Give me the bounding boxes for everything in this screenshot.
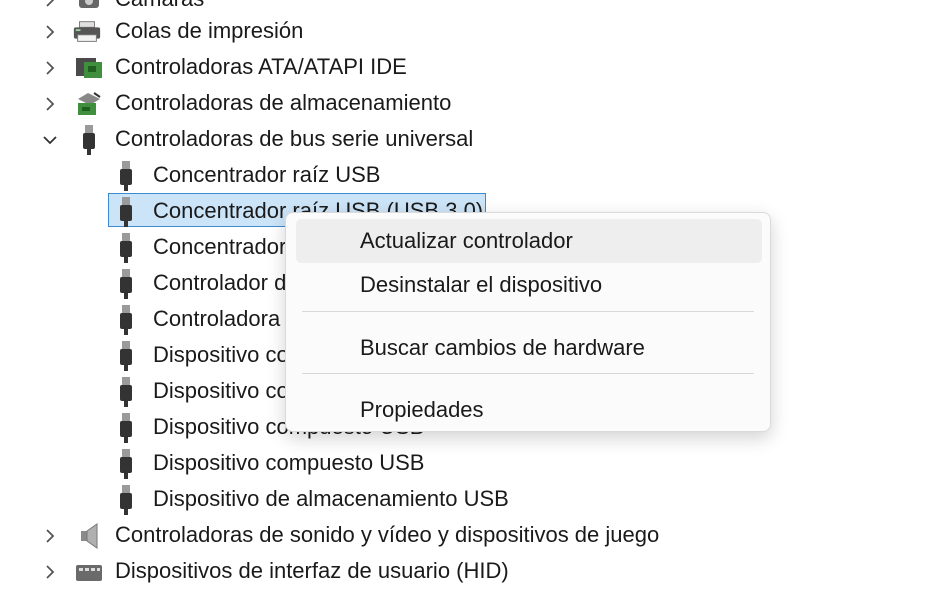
menu-item-buscar-cambios-hardware[interactable]: Buscar cambios de hardware <box>296 326 762 370</box>
menu-item-actualizar-controlador[interactable]: Actualizar controlador <box>296 219 762 263</box>
hid-keyboard-icon <box>74 556 104 588</box>
chevron-right-icon[interactable] <box>40 562 60 582</box>
tree-item-label: Concentrador raíz USB <box>153 162 381 187</box>
usb-device-icon <box>111 304 141 336</box>
chevron-down-icon[interactable] <box>40 130 60 150</box>
usb-device-icon <box>111 232 141 264</box>
tree-item-label: Controladoras de sonido y vídeo y dispos… <box>115 522 660 547</box>
usb-device-icon <box>111 160 141 192</box>
speaker-icon <box>74 520 104 552</box>
tree-item-ata-atapi[interactable]: Controladoras ATA/ATAPI IDE <box>0 50 600 86</box>
usb-device-icon <box>111 412 141 444</box>
tree-item-almacenamiento[interactable]: Controladoras de almacenamiento <box>0 86 600 122</box>
tree-item-colas-impresion[interactable]: Colas de impresión <box>0 14 600 50</box>
usb-device-item[interactable]: Dispositivo de almacenamiento USB <box>0 482 900 518</box>
usb-device-icon <box>111 376 141 408</box>
tree-item-label: Controladoras de bus serie universal <box>115 126 474 151</box>
usb-device-icon <box>111 448 141 480</box>
menu-item-desinstalar-dispositivo[interactable]: Desinstalar el dispositivo <box>296 263 762 307</box>
usb-device-icon <box>111 268 141 300</box>
chevron-right-icon[interactable] <box>40 0 60 10</box>
menu-separator <box>302 373 754 374</box>
tree-item-label: Controladoras ATA/ATAPI IDE <box>115 54 407 79</box>
chevron-right-icon[interactable] <box>40 526 60 546</box>
usb-device-item[interactable]: Concentrador raíz USB <box>0 158 900 194</box>
tree-item-label: Dispositivo compuesto USB <box>153 450 425 475</box>
usb-device-icon <box>111 196 141 228</box>
tree-item-usb-controllers[interactable]: Controladoras de bus serie universal <box>0 122 600 158</box>
device-tree: Cámaras Colas de impresión <box>0 0 944 583</box>
usb-device-icon <box>111 484 141 516</box>
tree-item-hid[interactable]: Dispositivos de interfaz de usuario (HID… <box>0 554 900 590</box>
usb-device-icon <box>111 340 141 372</box>
usb-icon <box>74 124 104 156</box>
storage-controller-icon <box>74 88 104 120</box>
chevron-right-icon[interactable] <box>40 22 60 42</box>
tree-item-label: Colas de impresión <box>115 18 304 43</box>
usb-device-item[interactable]: Dispositivo compuesto USB <box>0 446 900 482</box>
chevron-right-icon[interactable] <box>40 94 60 114</box>
menu-separator <box>302 311 754 312</box>
context-menu: Actualizar controlador Desinstalar el di… <box>285 212 771 432</box>
tree-item-label: Cámaras <box>115 0 204 12</box>
chevron-right-icon[interactable] <box>40 58 60 78</box>
ide-controller-icon <box>74 52 104 84</box>
tree-item-label: Dispositivos de interfaz de usuario (HID… <box>115 558 509 583</box>
tree-item-sonido-video[interactable]: Controladoras de sonido y vídeo y dispos… <box>0 518 900 554</box>
tree-item-label: Controladoras de almacenamiento <box>115 90 452 115</box>
printer-icon <box>72 16 102 48</box>
menu-item-propiedades[interactable]: Propiedades <box>296 388 762 432</box>
tree-item-label: Dispositivo de almacenamiento USB <box>153 486 509 511</box>
